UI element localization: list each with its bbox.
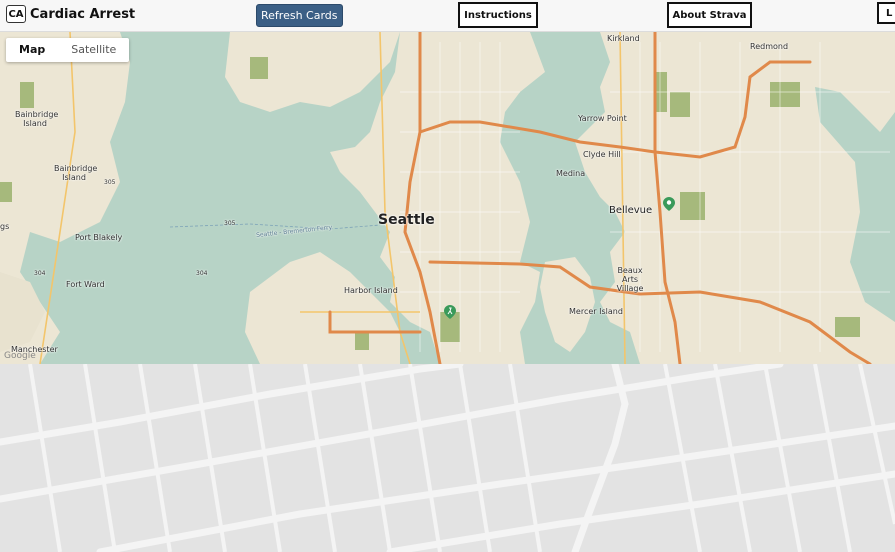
street-map-canvas	[0, 364, 895, 552]
refresh-cards-button[interactable]: Refresh Cards	[256, 4, 343, 27]
place-label: Kirkland	[607, 34, 640, 43]
place-label: Beaux Arts Village	[616, 266, 644, 293]
place-label: Bainbridge Island	[15, 110, 59, 128]
app-logo: CA	[6, 5, 26, 23]
place-label-seattle: Seattle	[378, 212, 435, 228]
park-pin-icon[interactable]	[663, 197, 675, 211]
place-label: Fort Ward	[66, 280, 105, 289]
place-label: Mercer Island	[569, 307, 623, 316]
place-label: Harbor Island	[344, 286, 398, 295]
map-type-map-button[interactable]: Map	[6, 38, 58, 62]
place-label: Clyde Hill	[583, 150, 621, 159]
place-label: gs	[0, 222, 10, 231]
map-type-satellite-button[interactable]: Satellite	[58, 38, 129, 62]
map-type-control: Map Satellite	[6, 38, 130, 62]
login-button[interactable]: L	[877, 2, 895, 24]
instructions-button[interactable]: Instructions	[458, 2, 538, 28]
app-header: CA Cardiac Arrest Refresh Cards Instruct…	[0, 0, 895, 32]
hiking-pin-icon[interactable]	[444, 305, 456, 319]
place-label-bellevue: Bellevue	[609, 205, 653, 216]
street-map-panel	[0, 364, 895, 552]
place-label: Port Blakely	[75, 233, 123, 242]
map-view[interactable]: Google Map Satellite Kirkland Redmond Ba…	[0, 32, 895, 364]
place-label: Yarrow Point	[578, 114, 627, 123]
place-label: Bainbridge Island	[54, 164, 98, 182]
place-label: Redmond	[750, 42, 789, 51]
route-shield: 305	[224, 220, 236, 227]
route-shield: 305	[104, 179, 116, 186]
route-shield: 304	[196, 270, 208, 277]
place-label: Manchester	[11, 345, 58, 354]
about-strava-button[interactable]: About Strava	[667, 2, 752, 28]
place-label: Medina	[556, 169, 586, 178]
brand[interactable]: CA Cardiac Arrest	[6, 5, 135, 23]
route-shield: 304	[34, 270, 46, 277]
app-title: Cardiac Arrest	[30, 6, 136, 22]
